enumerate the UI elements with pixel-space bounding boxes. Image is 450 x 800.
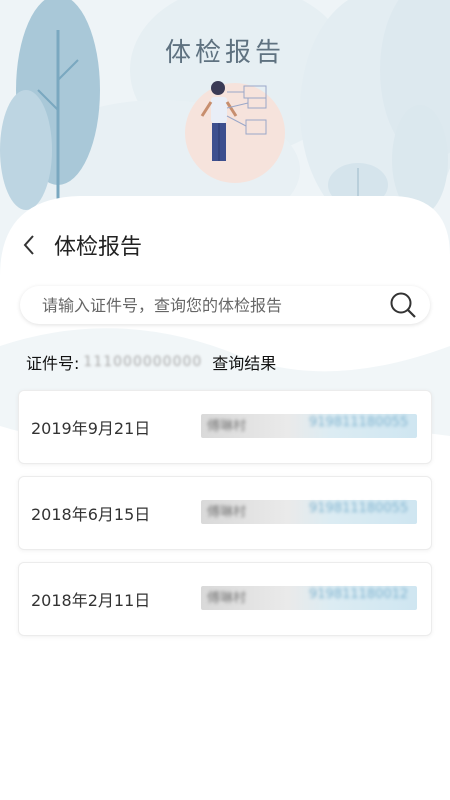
record-name: 傅琳村	[207, 419, 247, 434]
record-name: 傅琳村	[207, 505, 247, 520]
query-result-label: 查询结果	[212, 354, 277, 373]
record-card[interactable]: 2018年2月11日 傅琳村 919811180012	[18, 562, 432, 636]
record-date: 2018年2月11日	[31, 591, 151, 610]
record-date: 2019年9月21日	[31, 419, 151, 438]
search-bar	[20, 286, 430, 324]
search-input[interactable]	[20, 294, 388, 316]
record-date: 2018年6月15日	[31, 505, 151, 524]
id-value: 111000000000	[83, 354, 203, 370]
id-label: 证件号:	[26, 354, 80, 373]
page-header: 体检报告	[22, 228, 142, 262]
back-button[interactable]	[22, 228, 46, 262]
search-icon[interactable]	[388, 290, 418, 320]
doctor-illustration	[185, 81, 285, 183]
chevron-left-icon	[23, 235, 34, 255]
page-title: 体检报告	[54, 235, 143, 260]
record-number: 919811180055	[309, 501, 409, 516]
record-card[interactable]: 2019年9月21日 傅琳村 919811180055	[18, 390, 432, 464]
record-list: 2019年9月21日 傅琳村 919811180055 2018年6月15日 傅…	[18, 390, 432, 648]
record-card[interactable]: 2018年6月15日 傅琳村 919811180055	[18, 476, 432, 550]
record-number: 919811180055	[309, 415, 409, 430]
record-name: 傅琳村	[207, 591, 247, 606]
record-number: 919811180012	[309, 587, 409, 602]
hero-title: 体检报告	[164, 38, 285, 68]
id-line: 证件号: 111000000000 查询结果	[26, 350, 276, 374]
